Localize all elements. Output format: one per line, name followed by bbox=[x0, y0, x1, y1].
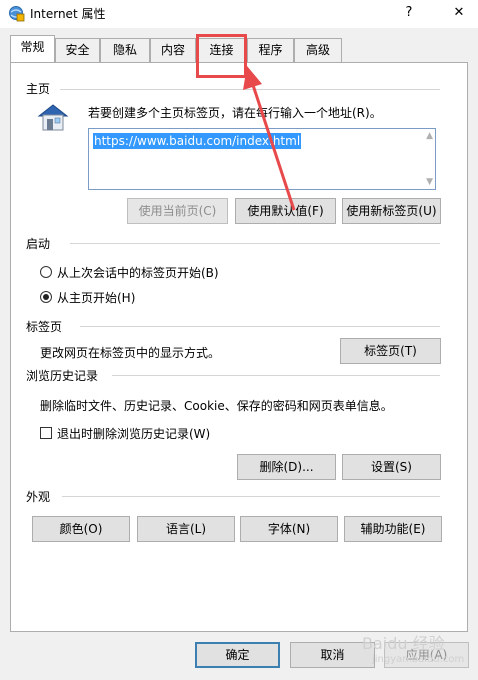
annotation-arrow-icon bbox=[243, 66, 296, 211]
watermark-logo: Baidu 经验 bbox=[362, 634, 445, 653]
watermark-url: jingyan.baidu.com bbox=[372, 654, 465, 665]
